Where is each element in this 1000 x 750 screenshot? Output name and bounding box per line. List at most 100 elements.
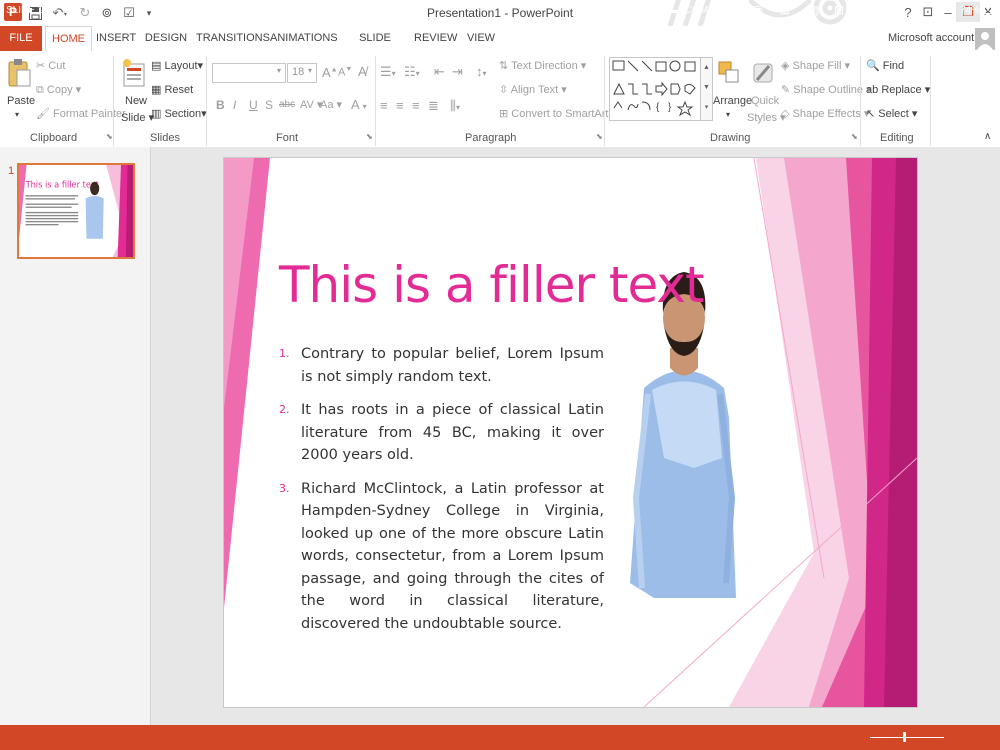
zoom-out-icon[interactable]: – [859,2,866,17]
start-slideshow-icon[interactable]: ⊚ [98,3,116,23]
shape-outline-button[interactable]: ✎ Shape Outline ▾ [781,83,872,96]
columns-icon[interactable]: ⫼▾ [450,98,460,114]
shapes-gallery[interactable]: {} [609,57,713,121]
reset-button[interactable]: ▦ Reset [151,83,193,96]
tab-transitions[interactable]: TRANSITIONS [196,26,270,51]
quick-styles-button[interactable]: Styles ▾ [747,111,786,124]
cut-button[interactable]: ✂ Cut [36,59,65,72]
collapse-ribbon-icon[interactable]: ∧ [984,131,991,142]
redo-icon[interactable]: ↻ [76,3,94,23]
font-name-input[interactable]: ▾ [212,63,286,83]
arrange-icon[interactable] [717,58,741,88]
slides-group-label: Slides [150,132,180,144]
grow-font-icon[interactable]: A▲ [322,65,338,80]
shapes-gallery-scroll[interactable]: ▲ ▼ ▾ [700,57,713,121]
tab-animations[interactable]: ANIMATIONS [270,26,338,51]
slide-canvas[interactable]: This is a filler text 1. Contrary to popu… [224,158,917,707]
slide-numbered-list[interactable]: 1. Contrary to popular belief, Lorem Ipsu… [279,343,604,646]
justify-icon[interactable]: ≣ [428,98,439,114]
text-direction-icon: ⇅ [499,60,509,72]
new-slide-label[interactable]: New [125,95,147,107]
spell-check-icon[interactable]: ⎘ [66,3,76,18]
arrange-button[interactable]: Arrange [713,95,752,107]
zoom-slider[interactable] [870,737,944,738]
slide-sorter-icon[interactable]: ⊞ [780,3,790,17]
convert-smartart-button[interactable]: ⊞ Convert to SmartArt ▾ [499,107,617,120]
account-avatar[interactable] [975,28,995,50]
tab-view[interactable]: VIEW [464,26,498,51]
tab-file[interactable]: FILE [0,26,42,51]
layout-button[interactable]: ▤ Layout▾ [151,59,203,72]
paste-button[interactable]: Paste [7,95,35,107]
paste-icon[interactable] [7,58,31,88]
zoom-level[interactable]: 74% [960,5,980,16]
strikethrough-icon[interactable]: abc [279,99,295,110]
select-icon: ↖ [866,108,876,120]
new-slide-button[interactable]: Slide ▾ [121,111,154,124]
list-item: 2. It has roots in a piece of classical L… [279,399,604,467]
section-button[interactable]: ▥ Section▾ [151,107,207,120]
align-text-button[interactable]: ⇳ Align Text ▾ [499,83,567,96]
pen-icon: ✎ [781,84,791,96]
text-direction-button[interactable]: ⇅ Text Direction ▾ [499,59,586,72]
tab-insert[interactable]: INSERT [96,26,136,51]
quick-styles-label[interactable]: Quick [751,95,779,107]
comments-button[interactable]: ▬ COMMENTS [672,5,743,16]
align-text-icon: ⇳ [499,84,509,96]
find-button[interactable]: 🔍 Find [866,59,904,72]
tab-home[interactable]: HOME [45,26,92,52]
font-color-icon[interactable]: A ▾ [351,97,367,112]
status-bar [0,725,1000,750]
paste-dropdown-icon[interactable]: ▾ [15,110,19,119]
underline-icon[interactable]: U [249,98,258,112]
align-left-icon[interactable]: ≡ [380,98,388,113]
new-slide-icon[interactable] [121,58,147,90]
slide-show-icon[interactable]: ⊟ [834,3,844,17]
editing-group-label: Editing [880,132,914,144]
fit-to-window-icon[interactable]: ⊡ [983,3,993,17]
tab-slide-show[interactable]: SLIDE SHOW [344,26,406,69]
replace-button[interactable]: ab Replace ▾ [866,83,930,96]
shape-effects-button[interactable]: ◇ Shape Effects ▾ [781,107,869,120]
line-spacing-icon[interactable]: ↕▾ [476,64,487,79]
paragraph-launcher-icon[interactable]: ⬊ [596,132,603,141]
numbering-icon[interactable]: ☷▾ [404,64,420,80]
zoom-in-icon[interactable]: + [946,2,954,17]
drawing-launcher-icon[interactable]: ⬊ [851,132,858,141]
italic-icon[interactable]: I [233,98,236,112]
notes-button[interactable]: ≐ NOTES [620,5,666,16]
increase-indent-icon[interactable]: ⇥ [452,64,463,80]
shrink-font-icon[interactable]: A▼ [338,66,352,79]
quick-styles-icon[interactable] [751,58,775,88]
list-item: 3. Richard McClintock, a Latin professor … [279,478,604,636]
bullets-icon[interactable]: ☰▾ [380,64,396,80]
shadow-icon[interactable]: S [265,98,273,112]
align-right-icon[interactable]: ≡ [412,98,420,113]
list-number: 2. [279,403,290,416]
clipboard-launcher-icon[interactable]: ⬊ [106,132,113,141]
change-case-icon[interactable]: Aa ▾ [320,98,342,111]
arrange-dropdown-icon[interactable]: ▾ [726,110,730,119]
zoom-slider-thumb[interactable] [903,732,906,742]
font-size-input[interactable]: 18 ▾ [287,63,317,83]
tab-design[interactable]: DESIGN [144,26,188,51]
reset-icon: ▦ [151,84,162,96]
align-center-icon[interactable]: ≡ [396,98,404,113]
select-button[interactable]: ↖ Select ▾ [866,107,917,120]
normal-view-icon[interactable]: ▣ [752,3,763,17]
font-launcher-icon[interactable]: ⬊ [366,132,373,141]
slide-thumbnail[interactable]: This is a filler text [17,163,135,259]
shape-fill-button[interactable]: ◈ Shape Fill ▾ [781,59,850,72]
decrease-indent-icon[interactable]: ⇤ [434,64,445,80]
checkbox-icon[interactable]: ☑ [120,3,138,23]
person-photo[interactable] [630,272,736,598]
customize-qat-icon[interactable]: ▾ [142,3,156,23]
drawing-group-label: Drawing [710,132,751,144]
clear-formatting-icon[interactable]: A̸ [358,64,367,79]
account-label[interactable]: Microsoft account ▾ [888,31,983,44]
reading-view-icon[interactable]: ▥ [808,3,819,17]
tab-review[interactable]: REVIEW [414,26,457,51]
slide-title[interactable]: This is a filler text [279,256,705,314]
bold-icon[interactable]: B [216,98,225,112]
copy-button[interactable]: ⧉ Copy ▾ [36,83,81,97]
